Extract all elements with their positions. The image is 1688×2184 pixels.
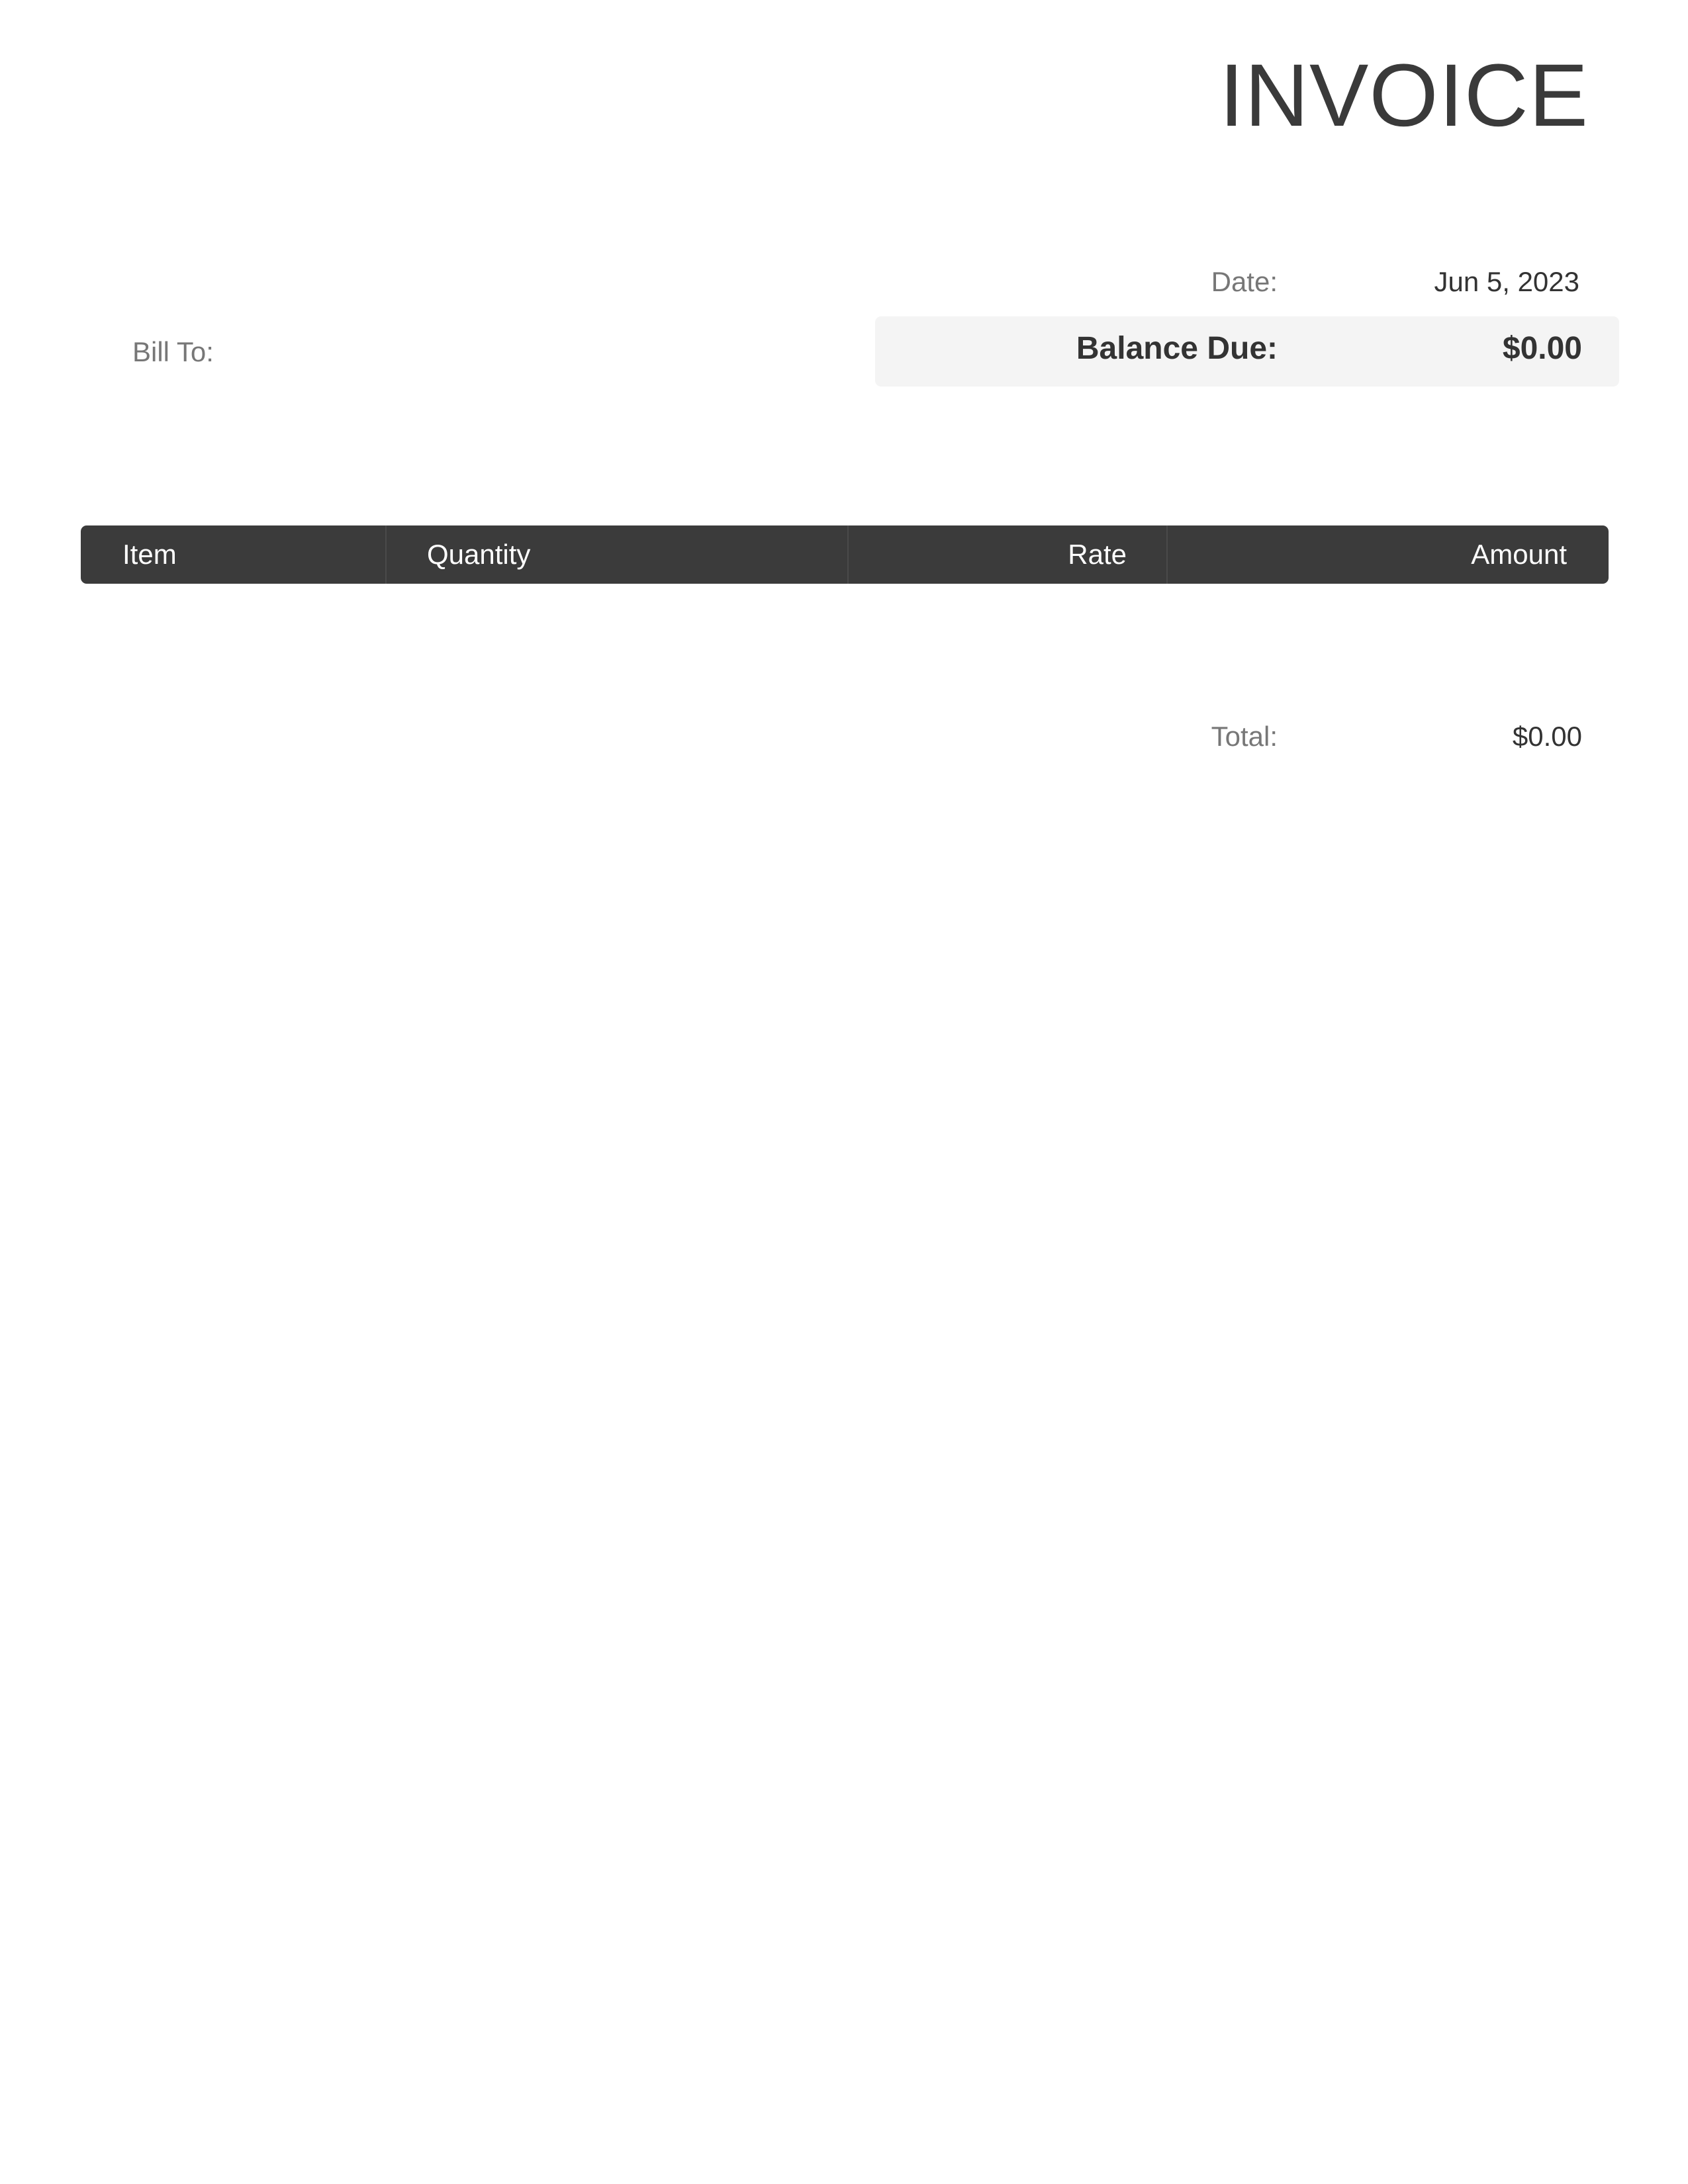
column-header-amount: Amount [1166,525,1609,584]
balance-due-value: $0.00 [1502,331,1582,366]
total-label: Total: [1211,721,1278,752]
bill-to-label: Bill To: [132,336,214,367]
total-value: $0.00 [1512,721,1582,752]
date-label: Date: [1211,266,1278,297]
balance-due-label: Balance Due: [1076,331,1278,366]
items-table-header: Item Quantity Rate Amount [81,525,1609,584]
date-value: Jun 5, 2023 [1434,266,1579,297]
column-header-rate: Rate [847,525,1166,584]
invoice-title: INVOICE [1219,46,1589,145]
column-header-quantity: Quantity [385,525,847,584]
column-header-item: Item [122,539,177,570]
